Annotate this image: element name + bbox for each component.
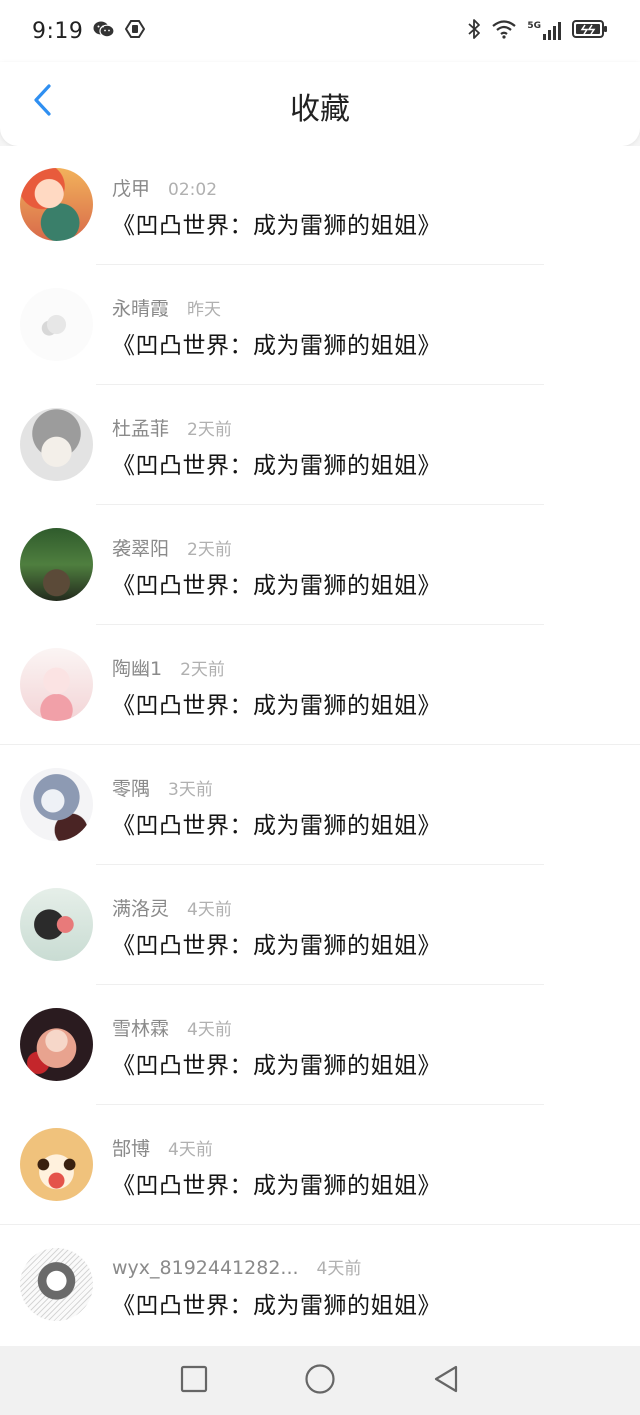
item-author: 郜博 — [112, 1138, 151, 1160]
system-back-button[interactable] — [426, 1361, 466, 1401]
item-author: 满洛灵 — [112, 898, 170, 920]
item-title: 《凹凸世界：成为雷狮的姐姐》 — [112, 693, 441, 719]
item-title: 《凹凸世界：成为雷狮的姐姐》 — [112, 453, 441, 479]
avatar[interactable] — [20, 1248, 93, 1321]
status-time: 9:19 — [32, 18, 84, 44]
item-meta: 郜博 4天前 — [112, 1134, 213, 1161]
item-author: 袭翠阳 — [112, 538, 170, 560]
item-time: 2天前 — [187, 540, 232, 560]
header: 收藏 — [0, 62, 640, 146]
item-meta: 袭翠阳 2天前 — [112, 534, 232, 561]
list-item[interactable]: 戊甲 02:02 《凹凸世界：成为雷狮的姐姐》 — [0, 146, 640, 265]
divider — [96, 984, 544, 985]
divider — [96, 504, 544, 505]
item-time: 4天前 — [187, 1020, 232, 1040]
item-time: 2天前 — [180, 660, 225, 680]
recent-apps-button[interactable] — [174, 1361, 214, 1401]
list-item[interactable]: 袭翠阳 2天前 《凹凸世界：成为雷狮的姐姐》 — [0, 506, 640, 625]
battery-icon — [572, 19, 608, 43]
avatar[interactable] — [20, 1008, 93, 1081]
avatar[interactable] — [20, 648, 93, 721]
signal-icon: 5G — [527, 21, 562, 41]
item-time: 3天前 — [168, 780, 213, 800]
system-nav-bar — [0, 1346, 640, 1415]
wifi-icon — [491, 19, 517, 43]
item-meta: wyx_8192441282... 4天前 — [112, 1254, 361, 1279]
wechat-icon — [93, 20, 116, 42]
item-meta: 满洛灵 4天前 — [112, 894, 232, 921]
item-author: 雪林霖 — [112, 1018, 170, 1040]
list-item[interactable]: 杜孟菲 2天前 《凹凸世界：成为雷狮的姐姐》 — [0, 386, 640, 505]
home-circle-icon — [304, 1363, 336, 1399]
item-author: 陶幽1 — [112, 658, 163, 680]
list-item[interactable]: 陶幽1 2天前 《凹凸世界：成为雷狮的姐姐》 — [0, 626, 640, 745]
divider — [0, 744, 640, 745]
item-time: 4天前 — [316, 1259, 362, 1279]
divider — [96, 264, 544, 265]
item-author: 零隅 — [112, 778, 151, 800]
item-time: 02:02 — [168, 180, 218, 200]
avatar[interactable] — [20, 528, 93, 601]
list-item[interactable]: 满洛灵 4天前 《凹凸世界：成为雷狮的姐姐》 — [0, 866, 640, 985]
item-title: 《凹凸世界：成为雷狮的姐姐》 — [112, 213, 441, 239]
status-right: 5G — [467, 18, 608, 44]
avatar[interactable] — [20, 1128, 93, 1201]
item-time: 4天前 — [187, 900, 232, 920]
list-item[interactable]: wyx_8192441282... 4天前 《凹凸世界：成为雷狮的姐姐》 — [0, 1226, 640, 1345]
status-left: 9:19 — [32, 18, 146, 44]
divider — [96, 1104, 544, 1105]
bluetooth-icon — [467, 18, 481, 44]
item-author: 戊甲 — [112, 178, 151, 200]
divider — [96, 624, 544, 625]
list-item[interactable]: 零隅 3天前 《凹凸世界：成为雷狮的姐姐》 — [0, 746, 640, 865]
network-type: 5G — [527, 21, 541, 31]
item-title: 《凹凸世界：成为雷狮的姐姐》 — [112, 1293, 441, 1319]
home-button[interactable] — [300, 1361, 340, 1401]
item-title: 《凹凸世界：成为雷狮的姐姐》 — [112, 933, 441, 959]
item-meta: 陶幽1 2天前 — [112, 654, 225, 681]
item-time: 4天前 — [168, 1140, 213, 1160]
item-title: 《凹凸世界：成为雷狮的姐姐》 — [112, 813, 441, 839]
avatar[interactable] — [20, 888, 93, 961]
item-author: wyx_8192441282... — [112, 1257, 299, 1279]
list-item[interactable]: 永晴霞 昨天 《凹凸世界：成为雷狮的姐姐》 — [0, 266, 640, 385]
item-time: 2天前 — [187, 420, 232, 440]
list-item[interactable]: 郜博 4天前 《凹凸世界：成为雷狮的姐姐》 — [0, 1106, 640, 1225]
recent-apps-square-icon — [180, 1365, 208, 1397]
item-meta: 永晴霞 昨天 — [112, 294, 221, 321]
avatar[interactable] — [20, 408, 93, 481]
avatar[interactable] — [20, 768, 93, 841]
divider — [96, 384, 544, 385]
item-author: 永晴霞 — [112, 298, 170, 320]
item-title: 《凹凸世界：成为雷狮的姐姐》 — [112, 1173, 441, 1199]
item-title: 《凹凸世界：成为雷狮的姐姐》 — [112, 333, 441, 359]
avatar[interactable] — [20, 288, 93, 361]
item-meta: 零隅 3天前 — [112, 774, 213, 801]
divider — [96, 864, 544, 865]
item-meta: 雪林霖 4天前 — [112, 1014, 232, 1041]
status-bar: 9:19 5G — [0, 0, 640, 62]
list-item[interactable]: 雪林霖 4天前 《凹凸世界：成为雷狮的姐姐》 — [0, 986, 640, 1105]
item-title: 《凹凸世界：成为雷狮的姐姐》 — [112, 573, 441, 599]
back-triangle-icon — [432, 1364, 460, 1398]
page-title: 收藏 — [290, 92, 350, 127]
item-time: 昨天 — [187, 300, 222, 320]
shield-app-icon — [125, 19, 146, 43]
item-meta: 杜孟菲 2天前 — [112, 414, 232, 441]
avatar[interactable] — [20, 168, 93, 241]
item-author: 杜孟菲 — [112, 418, 170, 440]
divider — [0, 1224, 640, 1225]
favorites-list: 戊甲 02:02 《凹凸世界：成为雷狮的姐姐》 永晴霞 昨天 《凹凸世界：成为雷… — [0, 146, 640, 1346]
item-title: 《凹凸世界：成为雷狮的姐姐》 — [112, 1053, 441, 1079]
item-meta: 戊甲 02:02 — [112, 174, 217, 201]
